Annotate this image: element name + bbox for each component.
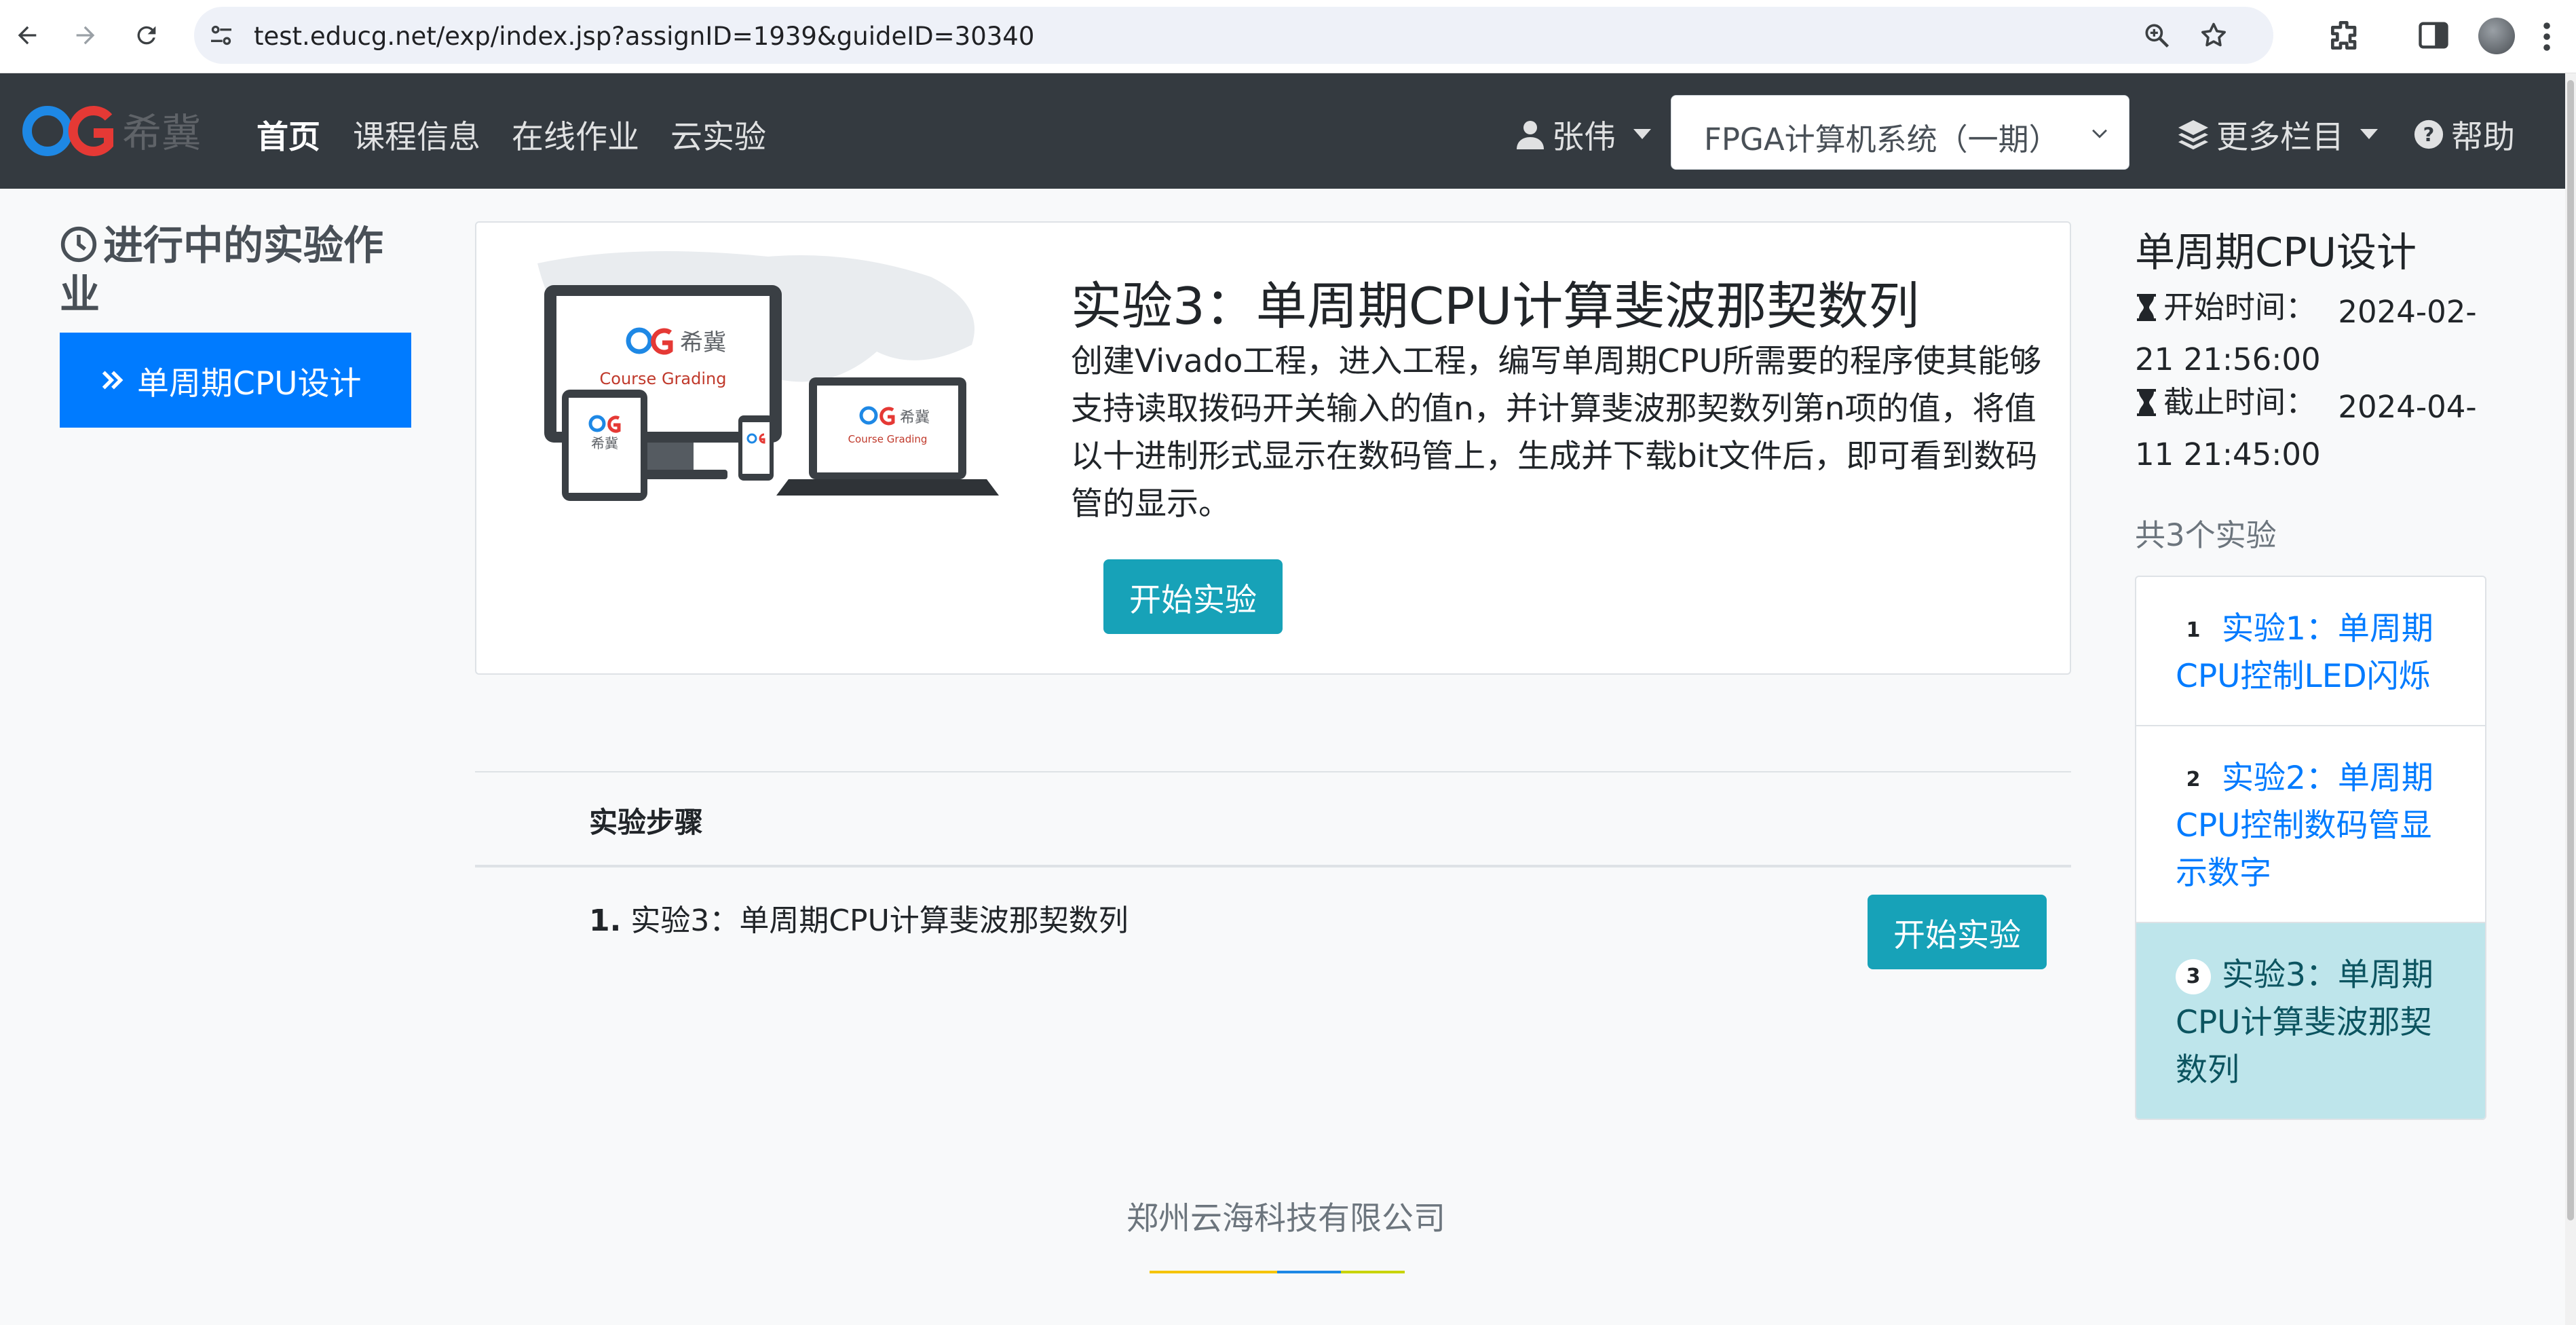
tablet-brand: 希冀 [591, 435, 618, 451]
hourglass-icon [2137, 389, 2156, 416]
chevron-down-icon [2092, 129, 2107, 138]
laptop-tagline: Course Grading [848, 433, 928, 445]
in-progress-heading: 进行中的实验作业 [60, 221, 413, 319]
clock-icon [60, 226, 97, 263]
step-label: 实验3：单周期CPU计算斐波那契数列 [630, 903, 1129, 938]
experiment-description: 创建Vivado工程，进入工程，编写单周期CPU所需要的程序使其能够支持读取拨码… [1071, 343, 2041, 523]
user-name: 张伟 [1552, 119, 1616, 156]
more-sections-menu[interactable]: 更多栏目 [2177, 111, 2378, 157]
svg-text:?: ? [2423, 123, 2435, 146]
end-time-label: 截止时间： [2163, 384, 2317, 420]
url-text[interactable]: test.educg.net/exp/index.jsp?assignID=19… [254, 22, 1034, 51]
logo-text: 希冀 [122, 110, 201, 156]
laptop-brand: 希冀 [900, 409, 930, 426]
start-time: 开始时间： 2024-02-21 21:56:00 [2135, 284, 2488, 384]
reload-button[interactable] [126, 15, 167, 56]
end-time: 截止时间： 2024-04-11 21:45:00 [2135, 379, 2488, 479]
experiment-badge: 2 [2176, 762, 2211, 798]
nav-course-info[interactable]: 课程信息 [353, 111, 480, 157]
user-menu[interactable]: 张伟 [1517, 111, 1651, 157]
layers-icon [2178, 119, 2208, 149]
page-scrollbar[interactable] [2565, 73, 2576, 1325]
step-number: 1. [589, 903, 622, 938]
experiment-list-item-1[interactable]: 1 实验1：单周期CPU控制LED闪烁 [2136, 577, 2485, 726]
experiment-card: 希冀 Course Grading 希冀 希冀 Course Grading 实… [475, 221, 2071, 675]
side-panel-icon[interactable] [2416, 18, 2451, 53]
help-label: 帮助 [2451, 119, 2515, 156]
user-icon [1517, 120, 1544, 149]
browser-menu-icon[interactable] [2542, 20, 2552, 53]
start-experiment-button[interactable]: 开始实验 [1103, 559, 1283, 634]
assignment-button[interactable]: 单周期CPU设计 [60, 333, 411, 428]
start-time-label: 开始时间： [2163, 289, 2317, 325]
assignment-button-label: 单周期CPU设计 [137, 365, 362, 403]
arrow-right-icon [76, 26, 95, 45]
step-start-button[interactable]: 开始实验 [1868, 895, 2047, 969]
step-item: 1. 实验3：单周期CPU计算斐波那契数列 [589, 896, 1129, 939]
more-sections-label: 更多栏目 [2216, 119, 2344, 156]
address-bar[interactable]: test.educg.net/exp/index.jsp?assignID=19… [194, 7, 2273, 64]
nav-home[interactable]: 首页 [257, 111, 320, 157]
footer-company: 郑州云海科技有限公司 [1126, 1200, 1445, 1237]
site-logo[interactable]: 希冀 [20, 100, 210, 162]
double-chevron-right-icon [102, 371, 124, 390]
forward-button[interactable] [65, 15, 106, 56]
nav-cloud-lab[interactable]: 云实验 [670, 111, 766, 157]
experiment-badge: 1 [2176, 613, 2211, 648]
profile-avatar[interactable] [2478, 18, 2515, 54]
experiment-badge: 3 [2176, 959, 2211, 994]
browser-toolbar: test.educg.net/exp/index.jsp?assignID=19… [0, 0, 2576, 73]
steps-divider-top [475, 771, 2071, 772]
monitor-brand: 希冀 [680, 329, 726, 356]
caret-down-icon [1633, 129, 1651, 139]
bookmark-star-icon[interactable] [2199, 20, 2229, 50]
back-button[interactable] [7, 15, 48, 56]
assignment-title: 单周期CPU设计 [2135, 229, 2417, 276]
scrollbar-thumb[interactable] [2567, 80, 2574, 1220]
site-navbar: 希冀 首页 课程信息 在线作业 云实验 张伟 FPGA计算机系统（一期） 更多栏… [0, 73, 2565, 189]
extensions-icon[interactable] [2326, 16, 2364, 54]
footer-color-bar [1150, 1271, 1405, 1273]
in-progress-heading-text: 进行中的实验作业 [60, 222, 384, 318]
site-info-icon[interactable] [208, 22, 235, 49]
steps-divider-bottom [475, 865, 2071, 867]
experiment-link[interactable]: 实验2：单周期CPU控制数码管显示数字 [2176, 760, 2433, 892]
experiment-link[interactable]: 实验3：单周期CPU计算斐波那契数列 [2176, 956, 2433, 1089]
caret-down-icon [2360, 129, 2378, 139]
reload-icon [137, 26, 156, 45]
experiment-list-item-2[interactable]: 2 实验2：单周期CPU控制数码管显示数字 [2136, 726, 2485, 923]
hourglass-icon [2137, 294, 2156, 321]
question-circle-icon: ? [2414, 119, 2444, 149]
steps-heading: 实验步骤 [589, 806, 704, 839]
monitor-tagline: Course Grading [600, 369, 727, 388]
course-select[interactable]: FPGA计算机系统（一期） [1671, 95, 2129, 170]
course-select-value: FPGA计算机系统（一期） [1704, 122, 2060, 157]
zoom-icon[interactable] [2142, 20, 2172, 50]
help-link[interactable]: ? 帮助 [2413, 111, 2515, 157]
experiment-count: 共3个实验 [2135, 517, 2277, 553]
experiment-list: 1 实验1：单周期CPU控制LED闪烁 2 实验2：单周期CPU控制数码管显示数字 … [2135, 576, 2486, 1120]
nav-online-homework[interactable]: 在线作业 [512, 111, 639, 157]
experiment-title: 实验3：单周期CPU计算斐波那契数列 [1071, 276, 1920, 336]
arrow-left-icon [18, 26, 37, 45]
experiment-link[interactable]: 实验1：单周期CPU控制LED闪烁 [2176, 610, 2433, 695]
experiment-list-item-3[interactable]: 3 实验3：单周期CPU计算斐波那契数列 [2136, 923, 2485, 1119]
